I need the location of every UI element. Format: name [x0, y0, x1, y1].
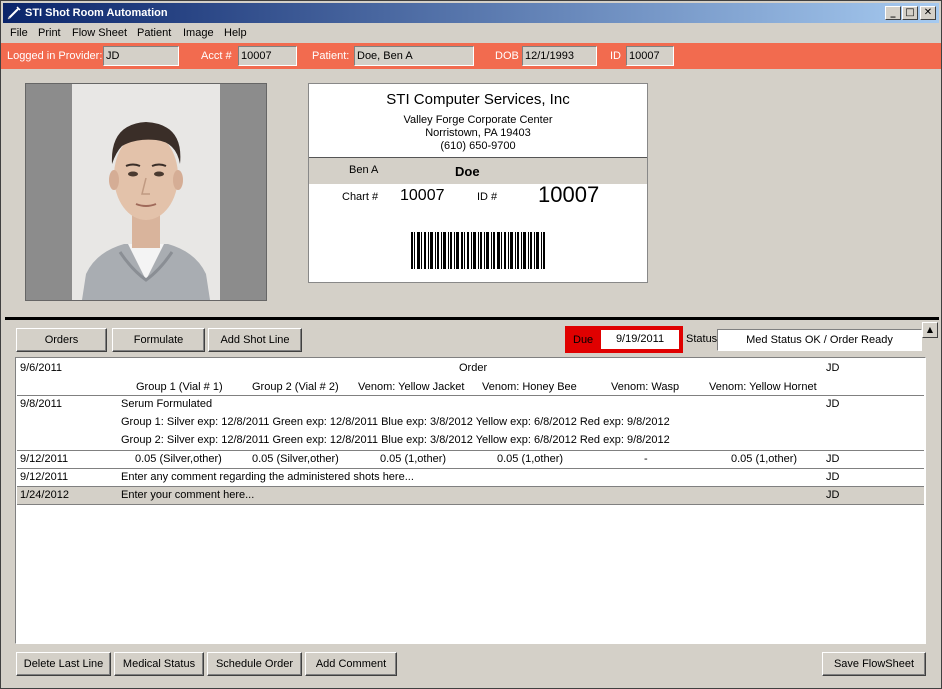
shot-value-group2: 0.05 (Silver,other)	[252, 453, 339, 465]
formulate-button[interactable]: Formulate	[112, 328, 205, 352]
serum-row[interactable]: 9/8/2011 Serum Formulated JD Group 1: Si…	[17, 396, 924, 451]
minimize-button[interactable]: _	[885, 6, 901, 20]
title-bar[interactable]: STI Shot Room Automation _ □ ✕	[3, 3, 939, 23]
shot-value-yellow-jacket: 0.05 (1,other)	[380, 453, 447, 465]
row-provider: JD	[826, 398, 840, 410]
flowsheet-grid: 9/6/2011 Order JD Group 1 (Vial # 1) Gro…	[15, 357, 926, 644]
menu-patient[interactable]: Patient	[137, 27, 171, 39]
menu-bar: File Print Flow Sheet Patient Image Help	[3, 24, 939, 42]
patient-card: STI Computer Services, Inc Valley Forge …	[308, 83, 648, 283]
close-button[interactable]: ✕	[920, 6, 936, 20]
card-name-bar: Ben A Doe	[309, 157, 647, 184]
app-window: STI Shot Room Automation _ □ ✕ File Prin…	[0, 0, 942, 689]
id-field: 10007	[626, 46, 674, 66]
dob-label: DOB	[495, 50, 519, 62]
comment-text[interactable]: Enter any comment regarding the administ…	[121, 471, 414, 483]
shot-value-yellow-hornet: 0.05 (1,other)	[731, 453, 798, 465]
delete-last-line-button[interactable]: Delete Last Line	[16, 652, 111, 676]
menu-flow-sheet[interactable]: Flow Sheet	[72, 27, 127, 39]
comment-row[interactable]: 9/12/2011 Enter any comment regarding th…	[17, 469, 924, 487]
column-header-yellow-jacket: Venom: Yellow Jacket	[358, 381, 465, 393]
section-divider	[5, 317, 939, 320]
acct-label: Acct #	[201, 50, 232, 62]
card-chart-label: Chart #	[342, 191, 379, 203]
patient-field: Doe, Ben A	[354, 46, 474, 66]
row-date: 9/12/2011	[20, 471, 69, 483]
shot-value-wasp: -	[644, 453, 648, 465]
card-last-name: Doe	[455, 164, 480, 179]
add-shot-line-button[interactable]: Add Shot Line	[208, 328, 302, 352]
dob-field: 12/1/1993	[522, 46, 597, 66]
window-title: STI Shot Room Automation	[25, 7, 168, 19]
column-header-group1: Group 1 (Vial # 1)	[136, 381, 223, 393]
patient-photo-frame	[25, 83, 267, 301]
orders-button[interactable]: Orders	[16, 328, 107, 352]
menu-help[interactable]: Help	[224, 27, 247, 39]
row-date: 1/24/2012	[20, 489, 69, 501]
card-first-name: Ben A	[349, 164, 379, 176]
maximize-button[interactable]: □	[902, 6, 918, 20]
menu-image[interactable]: Image	[183, 27, 214, 39]
scroll-up-arrow-icon[interactable]: ▲	[922, 322, 938, 338]
card-id-value: 10007	[538, 182, 600, 207]
new-comment-input[interactable]: Enter your comment here...	[121, 489, 254, 501]
due-label: Due	[573, 334, 594, 346]
column-header-group2: Group 2 (Vial # 2)	[252, 381, 339, 393]
company-address-line1: Valley Forge Corporate Center	[403, 114, 553, 126]
new-comment-row[interactable]: 1/24/2012 Enter your comment here... JD	[17, 487, 924, 505]
column-header-yellow-hornet: Venom: Yellow Hornet	[709, 381, 817, 393]
status-label: Status	[686, 333, 718, 345]
column-header-honey-bee: Venom: Honey Bee	[482, 381, 577, 393]
card-id-label: ID #	[477, 191, 498, 203]
barcode	[411, 232, 545, 269]
medical-status-button[interactable]: Medical Status	[114, 652, 204, 676]
menu-print[interactable]: Print	[38, 27, 61, 39]
row-provider: JD	[826, 362, 840, 374]
row-date: 9/8/2011	[20, 398, 63, 410]
menu-file[interactable]: File	[10, 27, 28, 39]
provider-field: JD	[103, 46, 179, 66]
due-date-field[interactable]: 9/19/2011	[601, 330, 679, 349]
row-date: 9/6/2011	[20, 362, 63, 374]
card-chart-value: 10007	[400, 187, 445, 204]
due-date-box: Due 9/19/2011	[565, 326, 683, 353]
syringe-icon	[7, 6, 21, 20]
schedule-order-button[interactable]: Schedule Order	[207, 652, 302, 676]
id-label: ID	[610, 50, 621, 62]
provider-label: Logged in Provider:	[7, 50, 103, 62]
company-address-line2: Norristown, PA 19403	[425, 127, 531, 139]
row-provider: JD	[826, 453, 840, 465]
save-flowsheet-button[interactable]: Save FlowSheet	[822, 652, 926, 676]
row-provider: JD	[826, 489, 840, 501]
patient-label: Patient:	[312, 50, 350, 62]
row-title: Serum Formulated	[121, 398, 213, 410]
shot-value-group1: 0.05 (Silver,other)	[135, 453, 222, 465]
order-row[interactable]: 9/6/2011 Order JD Group 1 (Vial # 1) Gro…	[17, 359, 924, 396]
acct-field: 10007	[238, 46, 297, 66]
status-field: Med Status OK / Order Ready	[717, 329, 922, 351]
company-phone: (610) 650-9700	[440, 140, 516, 152]
company-name: STI Computer Services, Inc	[386, 91, 570, 108]
shot-row[interactable]: 9/12/2011 0.05 (Silver,other) 0.05 (Silv…	[17, 451, 924, 469]
patient-photo	[72, 84, 220, 300]
row-title: Order	[459, 362, 488, 374]
patient-info-bar: Logged in Provider: JD Acct # 10007 Pati…	[1, 43, 941, 69]
shot-value-honey-bee: 0.05 (1,other)	[497, 453, 564, 465]
add-comment-button[interactable]: Add Comment	[305, 652, 397, 676]
serum-group2: Group 2: Silver exp: 12/8/2011 Green exp…	[121, 434, 670, 446]
row-provider: JD	[826, 471, 840, 483]
serum-group1: Group 1: Silver exp: 12/8/2011 Green exp…	[121, 416, 670, 428]
row-date: 9/12/2011	[20, 453, 69, 465]
column-header-wasp: Venom: Wasp	[611, 381, 680, 393]
